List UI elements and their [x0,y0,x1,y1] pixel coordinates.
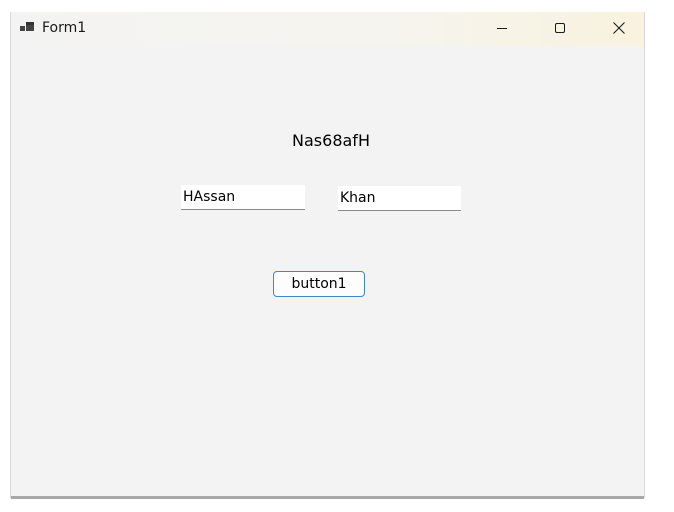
maximize-button[interactable] [537,12,583,44]
app-form-icon [20,22,34,31]
close-button[interactable] [596,12,642,44]
first-name-textbox[interactable] [181,185,305,210]
window-title: Form1 [42,20,87,36]
close-icon [613,22,625,34]
maximize-icon [555,23,565,33]
title-bar[interactable]: Form1 [11,12,644,46]
minimize-button[interactable] [479,12,525,44]
form1-window: Form1 Nas68afH button1 [10,12,645,499]
button1[interactable]: button1 [273,271,365,297]
last-name-textbox[interactable] [338,186,461,211]
form-label: Nas68afH [292,131,370,150]
minimize-icon [497,28,507,29]
